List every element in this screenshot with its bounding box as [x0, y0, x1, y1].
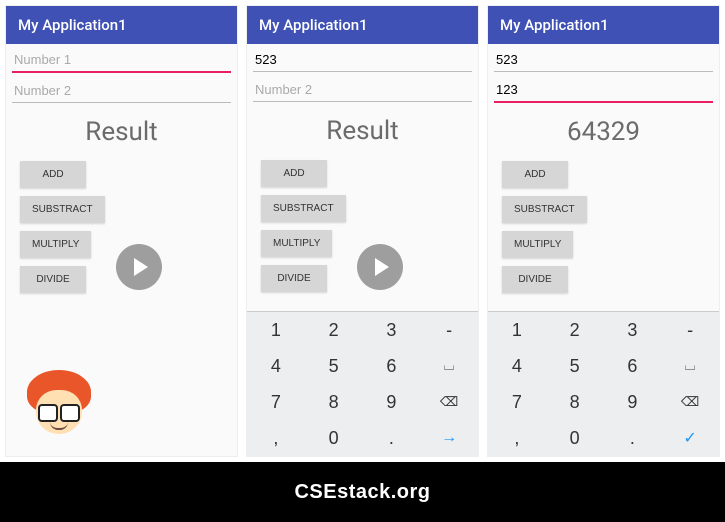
number2-input[interactable] [12, 79, 231, 103]
content-area: Result ADD SUBSTRACT MULTIPLY DIVIDE [247, 44, 478, 311]
key-space[interactable]: ⌴ [420, 348, 478, 384]
key-5[interactable]: 5 [546, 348, 604, 384]
phone-screen-2: My Application1 Result ADD SUBSTRACT MULTIPL… [246, 5, 479, 457]
result-label: 64329 [494, 117, 713, 147]
app-bar: My Application1 [247, 6, 478, 44]
key-comma[interactable]: , [488, 420, 546, 456]
key-1[interactable]: 1 [247, 312, 305, 348]
key-4[interactable]: 4 [488, 348, 546, 384]
app-bar: My Application1 [488, 6, 719, 44]
numeric-keyboard: 123- 456⌴ 789⌫,0.→ [247, 311, 478, 456]
key-space[interactable]: ⌴ [661, 348, 719, 384]
subtract-button[interactable]: SUBSTRACT [502, 196, 587, 223]
key-6[interactable]: 6 [604, 348, 662, 384]
key-3[interactable]: 3 [363, 312, 421, 348]
button-column: ADD SUBSTRACT MULTIPLY DIVIDE [494, 161, 713, 293]
key-minus[interactable]: - [661, 312, 719, 348]
key-comma[interactable]: , [247, 420, 305, 456]
number2-input[interactable] [253, 78, 472, 102]
divide-button[interactable]: DIVIDE [20, 266, 86, 293]
key-9[interactable]: 9 [604, 384, 662, 420]
key-minus[interactable]: - [420, 312, 478, 348]
result-label: Result [12, 117, 231, 147]
key-1[interactable]: 1 [488, 312, 546, 348]
key-6[interactable]: 6 [363, 348, 421, 384]
subtract-button[interactable]: SUBSTRACT [20, 196, 105, 223]
key-backspace[interactable]: ⌫ [420, 384, 478, 420]
mascot-avatar [24, 370, 94, 450]
multiply-button[interactable]: MULTIPLY [261, 230, 332, 257]
phone-screen-1: My Application1 Result ADD SUBSTRACT MULTIPL… [5, 5, 238, 457]
play-icon[interactable] [357, 244, 403, 290]
key-3[interactable]: 3 [604, 312, 662, 348]
key-9[interactable]: 9 [363, 384, 421, 420]
content-area: Result ADD SUBSTRACT MULTIPLY DIVIDE [6, 44, 237, 456]
key-dot[interactable]: . [604, 420, 662, 456]
number1-input[interactable] [253, 48, 472, 72]
multiply-button[interactable]: MULTIPLY [502, 231, 573, 258]
footer-brand: CSEstack.org [0, 462, 725, 522]
numeric-keyboard: 123- 456⌴ 789⌫,0.✓ [488, 311, 719, 456]
key-7[interactable]: 7 [488, 384, 546, 420]
key-8[interactable]: 8 [546, 384, 604, 420]
multiply-button[interactable]: MULTIPLY [20, 231, 91, 258]
add-button[interactable]: ADD [502, 161, 568, 188]
key-7[interactable]: 7 [247, 384, 305, 420]
app-bar: My Application1 [6, 6, 237, 44]
key-5[interactable]: 5 [305, 348, 363, 384]
result-label: Result [253, 116, 472, 146]
key-0[interactable]: 0 [546, 420, 604, 456]
key-backspace[interactable]: ⌫ [661, 384, 719, 420]
key-enter[interactable]: → [420, 420, 478, 456]
key-0[interactable]: 0 [305, 420, 363, 456]
add-button[interactable]: ADD [261, 160, 327, 187]
key-8[interactable]: 8 [305, 384, 363, 420]
add-button[interactable]: ADD [20, 161, 86, 188]
divide-button[interactable]: DIVIDE [261, 265, 327, 292]
phone-screen-3: My Application164329ADDSUBSTRACTMULTIPLY… [487, 5, 720, 457]
subtract-button[interactable]: SUBSTRACT [261, 195, 346, 222]
key-2[interactable]: 2 [305, 312, 363, 348]
key-2[interactable]: 2 [546, 312, 604, 348]
number1-input[interactable] [494, 48, 713, 72]
number2-input[interactable] [494, 78, 713, 103]
divide-button[interactable]: DIVIDE [502, 266, 568, 293]
play-icon[interactable] [116, 244, 162, 290]
number1-input[interactable] [12, 48, 231, 73]
key-enter[interactable]: ✓ [661, 420, 719, 456]
content-area: 64329 ADD SUBSTRACT MULTIPLY DIVIDE [488, 44, 719, 311]
key-4[interactable]: 4 [247, 348, 305, 384]
key-dot[interactable]: . [363, 420, 421, 456]
